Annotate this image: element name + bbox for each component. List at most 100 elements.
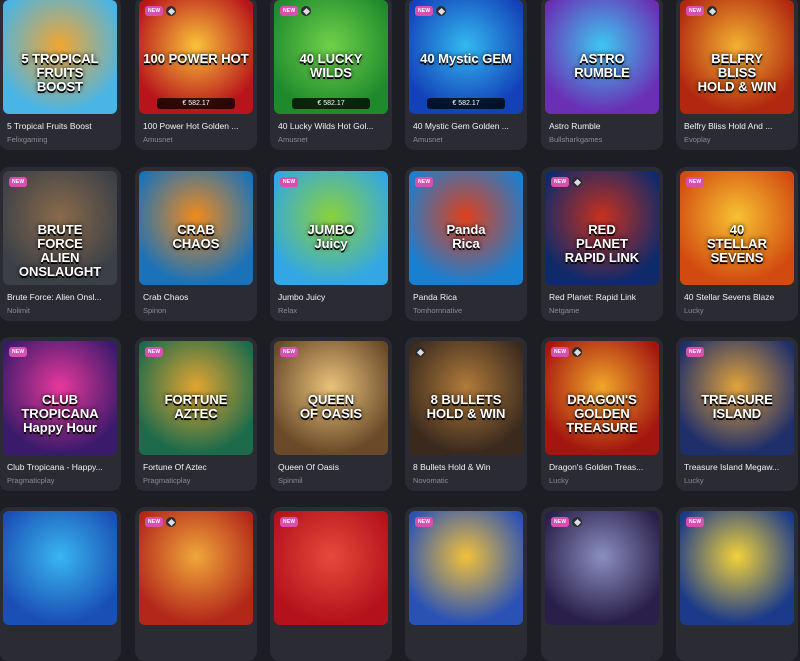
game-card[interactable]: NEW <box>676 507 798 661</box>
game-thumbnail[interactable]: NEW <box>545 511 659 625</box>
game-card[interactable]: CRAB CHAOS Crab Chaos Spinon <box>135 167 257 321</box>
new-badge: NEW <box>280 347 299 357</box>
game-provider: Bullsharkgames <box>549 135 603 144</box>
game-thumbnail[interactable]: RED PLANET RAPID LINK NEW <box>545 171 659 285</box>
game-card[interactable]: BELFRY BLISS HOLD & WIN NEW Belfry Bliss H… <box>676 0 798 150</box>
game-thumbnail[interactable]: 5 TROPICAL FRUITS BOOST <box>3 0 117 114</box>
game-provider: Pragmaticplay <box>143 476 191 485</box>
game-card[interactable]: 40 STELLAR SEVENS NEW 40 Stellar Sevens Bl… <box>676 167 798 321</box>
game-card[interactable]: 5 TROPICAL FRUITS BOOST 5 Tropical Fruits… <box>0 0 121 150</box>
game-title[interactable]: Astro Rumble <box>549 121 657 131</box>
badge-group: NEW <box>280 177 299 187</box>
game-artwork <box>274 511 388 625</box>
new-badge: NEW <box>415 517 434 527</box>
game-provider: Amusnet <box>143 135 173 144</box>
game-card[interactable]: QUEEN OF OASIS NEW Queen Of Oasis Spinmil <box>270 337 392 491</box>
game-thumbnail[interactable]: QUEEN OF OASIS NEW <box>274 341 388 455</box>
game-card[interactable]: BRUTE FORCE ALIEN ONSLAUGHT NEW Brute Forc… <box>0 167 121 321</box>
game-card[interactable]: 40 Mystic GEM NEW € 582.17 40 Mystic Gem Go… <box>405 0 527 150</box>
new-badge: NEW <box>280 177 299 187</box>
game-title[interactable]: Red Planet: Rapid Link <box>549 292 657 302</box>
game-title[interactable]: Queen Of Oasis <box>278 462 386 472</box>
game-title[interactable]: 40 Mystic Gem Golden ... <box>413 121 521 131</box>
badge-group: NEW <box>145 347 164 357</box>
game-provider: Nolimit <box>7 306 30 315</box>
game-artwork <box>3 511 117 625</box>
badge-group: NEW <box>686 6 718 16</box>
game-card[interactable]: TREASURE ISLAND NEW Treasure Island Megaw.… <box>676 337 798 491</box>
game-card[interactable] <box>0 507 121 661</box>
game-card[interactable]: 8 BULLETS HOLD & WIN 8 Bullets Hold & Win… <box>405 337 527 491</box>
badge-group: NEW <box>280 517 299 527</box>
game-thumbnail[interactable]: FORTUNE AZTEC NEW <box>139 341 253 455</box>
game-title[interactable]: Brute Force: Alien Onsl... <box>7 292 115 302</box>
game-thumbnail[interactable]: 100 POWER HOT NEW € 582.17 <box>139 0 253 114</box>
game-thumbnail[interactable]: NEW <box>274 511 388 625</box>
game-title[interactable]: Jumbo Juicy <box>278 292 386 302</box>
game-title[interactable]: Treasure Island Megaw... <box>684 462 792 472</box>
game-thumbnail[interactable]: 40 Mystic GEM NEW € 582.17 <box>409 0 523 114</box>
game-card[interactable]: NEW <box>270 507 392 661</box>
game-thumbnail[interactable]: DRAGON'S GOLDEN TREASURE NEW <box>545 341 659 455</box>
game-title[interactable]: Panda Rica <box>413 292 521 302</box>
game-title[interactable]: 5 Tropical Fruits Boost <box>7 121 115 131</box>
game-title[interactable]: Club Tropicana - Happy... <box>7 462 115 472</box>
game-thumbnail[interactable]: TREASURE ISLAND NEW <box>680 341 794 455</box>
game-thumbnail[interactable]: CRAB CHAOS <box>139 171 253 285</box>
game-thumbnail[interactable]: BELFRY BLISS HOLD & WIN NEW <box>680 0 794 114</box>
game-thumbnail[interactable]: 40 STELLAR SEVENS NEW <box>680 171 794 285</box>
feature-icon <box>436 6 447 16</box>
game-title[interactable]: Crab Chaos <box>143 292 251 302</box>
game-card[interactable]: RED PLANET RAPID LINK NEW Red Planet: Rapi… <box>541 167 663 321</box>
badge-group: NEW <box>686 347 705 357</box>
new-badge: NEW <box>145 347 164 357</box>
game-card[interactable]: JUMBO Juicy NEW Jumbo Juicy Relax <box>270 167 392 321</box>
game-artwork <box>409 511 523 625</box>
new-badge: NEW <box>280 517 299 527</box>
game-thumbnail[interactable]: NEW <box>139 511 253 625</box>
jackpot-amount: € 582.17 <box>157 98 235 109</box>
game-card[interactable]: NEW <box>541 507 663 661</box>
badge-group: NEW <box>9 347 28 357</box>
game-provider: Novomatic <box>413 476 449 485</box>
game-provider: Evoplay <box>684 135 711 144</box>
game-card[interactable]: CLUB TROPICANA Happy Hour NEW Club Tropica… <box>0 337 121 491</box>
game-card[interactable]: 40 LUCKY WILDS NEW € 582.17 40 Lucky Wilds … <box>270 0 392 150</box>
feature-icon <box>572 177 583 187</box>
game-card[interactable]: Panda Rica NEW Panda Rica Tomhornnative <box>405 167 527 321</box>
game-card[interactable]: DRAGON'S GOLDEN TREASURE NEW Dragon's Gold… <box>541 337 663 491</box>
game-title[interactable]: 40 Stellar Sevens Blaze <box>684 292 792 302</box>
game-provider: Felixgaming <box>7 135 48 144</box>
game-thumbnail[interactable]: NEW <box>409 511 523 625</box>
badge-group: NEW <box>145 6 177 16</box>
game-card[interactable]: 100 POWER HOT NEW € 582.17 100 Power Hot Go… <box>135 0 257 150</box>
game-card[interactable]: NEW <box>135 507 257 661</box>
badge-group: NEW <box>686 517 705 527</box>
new-badge: NEW <box>686 6 705 16</box>
game-thumbnail[interactable]: CLUB TROPICANA Happy Hour NEW <box>3 341 117 455</box>
game-provider: Lucky <box>684 306 704 315</box>
game-provider: Relax <box>278 306 298 315</box>
game-thumbnail[interactable]: ASTRO RUMBLE <box>545 0 659 114</box>
game-card[interactable]: ASTRO RUMBLE Astro Rumble Bullsharkgames <box>541 0 663 150</box>
game-card[interactable]: NEW <box>405 507 527 661</box>
game-title[interactable]: 100 Power Hot Golden ... <box>143 121 251 131</box>
game-title[interactable]: 8 Bullets Hold & Win <box>413 462 521 472</box>
game-thumbnail[interactable]: NEW <box>680 511 794 625</box>
feature-icon <box>166 6 177 16</box>
new-badge: NEW <box>9 177 28 187</box>
game-card[interactable]: FORTUNE AZTEC NEW Fortune Of Aztec Pragmati… <box>135 337 257 491</box>
game-provider: Lucky <box>684 476 704 485</box>
game-title[interactable]: Dragon's Golden Treas... <box>549 462 657 472</box>
game-title[interactable]: Belfry Bliss Hold And ... <box>684 121 792 131</box>
game-title[interactable]: 40 Lucky Wilds Hot Gol... <box>278 121 386 131</box>
feature-icon <box>707 6 718 16</box>
feature-icon <box>166 517 177 527</box>
game-thumbnail[interactable]: 40 LUCKY WILDS NEW € 582.17 <box>274 0 388 114</box>
game-thumbnail[interactable]: 8 BULLETS HOLD & WIN <box>409 341 523 455</box>
game-thumbnail[interactable] <box>3 511 117 625</box>
game-title[interactable]: Fortune Of Aztec <box>143 462 251 472</box>
game-thumbnail[interactable]: Panda Rica NEW <box>409 171 523 285</box>
game-thumbnail[interactable]: BRUTE FORCE ALIEN ONSLAUGHT NEW <box>3 171 117 285</box>
game-thumbnail[interactable]: JUMBO Juicy NEW <box>274 171 388 285</box>
